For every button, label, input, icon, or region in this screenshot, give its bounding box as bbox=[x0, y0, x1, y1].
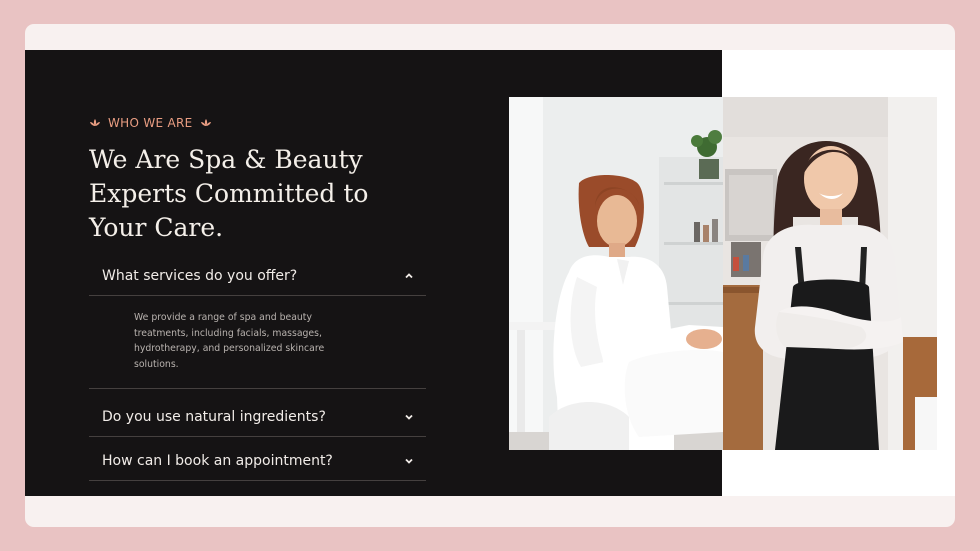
section-title: We Are Spa & Beauty Experts Committed to… bbox=[89, 145, 369, 242]
faq-item-services: What services do you offer? We provide a… bbox=[89, 257, 426, 389]
photo-therapist-seated bbox=[509, 97, 723, 450]
chevron-up-icon[interactable] bbox=[404, 271, 414, 281]
chevron-down-icon[interactable] bbox=[404, 412, 414, 422]
lotus-icon bbox=[90, 119, 100, 126]
eyebrow: WHO WE ARE bbox=[89, 116, 212, 130]
faq-question-label: Do you use natural ingredients? bbox=[102, 409, 326, 425]
page-frame: WHO WE ARE We Are Spa & Beauty Experts C… bbox=[25, 24, 955, 527]
chevron-down-icon[interactable] bbox=[404, 456, 414, 466]
faq-item-booking: How can I book an appointment? bbox=[89, 442, 426, 481]
lotus-icon bbox=[200, 119, 211, 126]
faq-question-label: What services do you offer? bbox=[102, 268, 298, 284]
faq-question-ingredients[interactable]: Do you use natural ingredients? bbox=[89, 398, 426, 437]
eyebrow-label: WHO WE ARE bbox=[108, 116, 193, 130]
faq-answer-services: We provide a range of spa and beauty tre… bbox=[89, 296, 426, 389]
photo-stylist-apron bbox=[723, 97, 937, 450]
faq-question-booking[interactable]: How can I book an appointment? bbox=[89, 442, 426, 481]
faq-item-ingredients: Do you use natural ingredients? bbox=[89, 398, 426, 437]
faq-question-services[interactable]: What services do you offer? bbox=[89, 257, 426, 296]
faq-question-label: How can I book an appointment? bbox=[102, 453, 333, 469]
